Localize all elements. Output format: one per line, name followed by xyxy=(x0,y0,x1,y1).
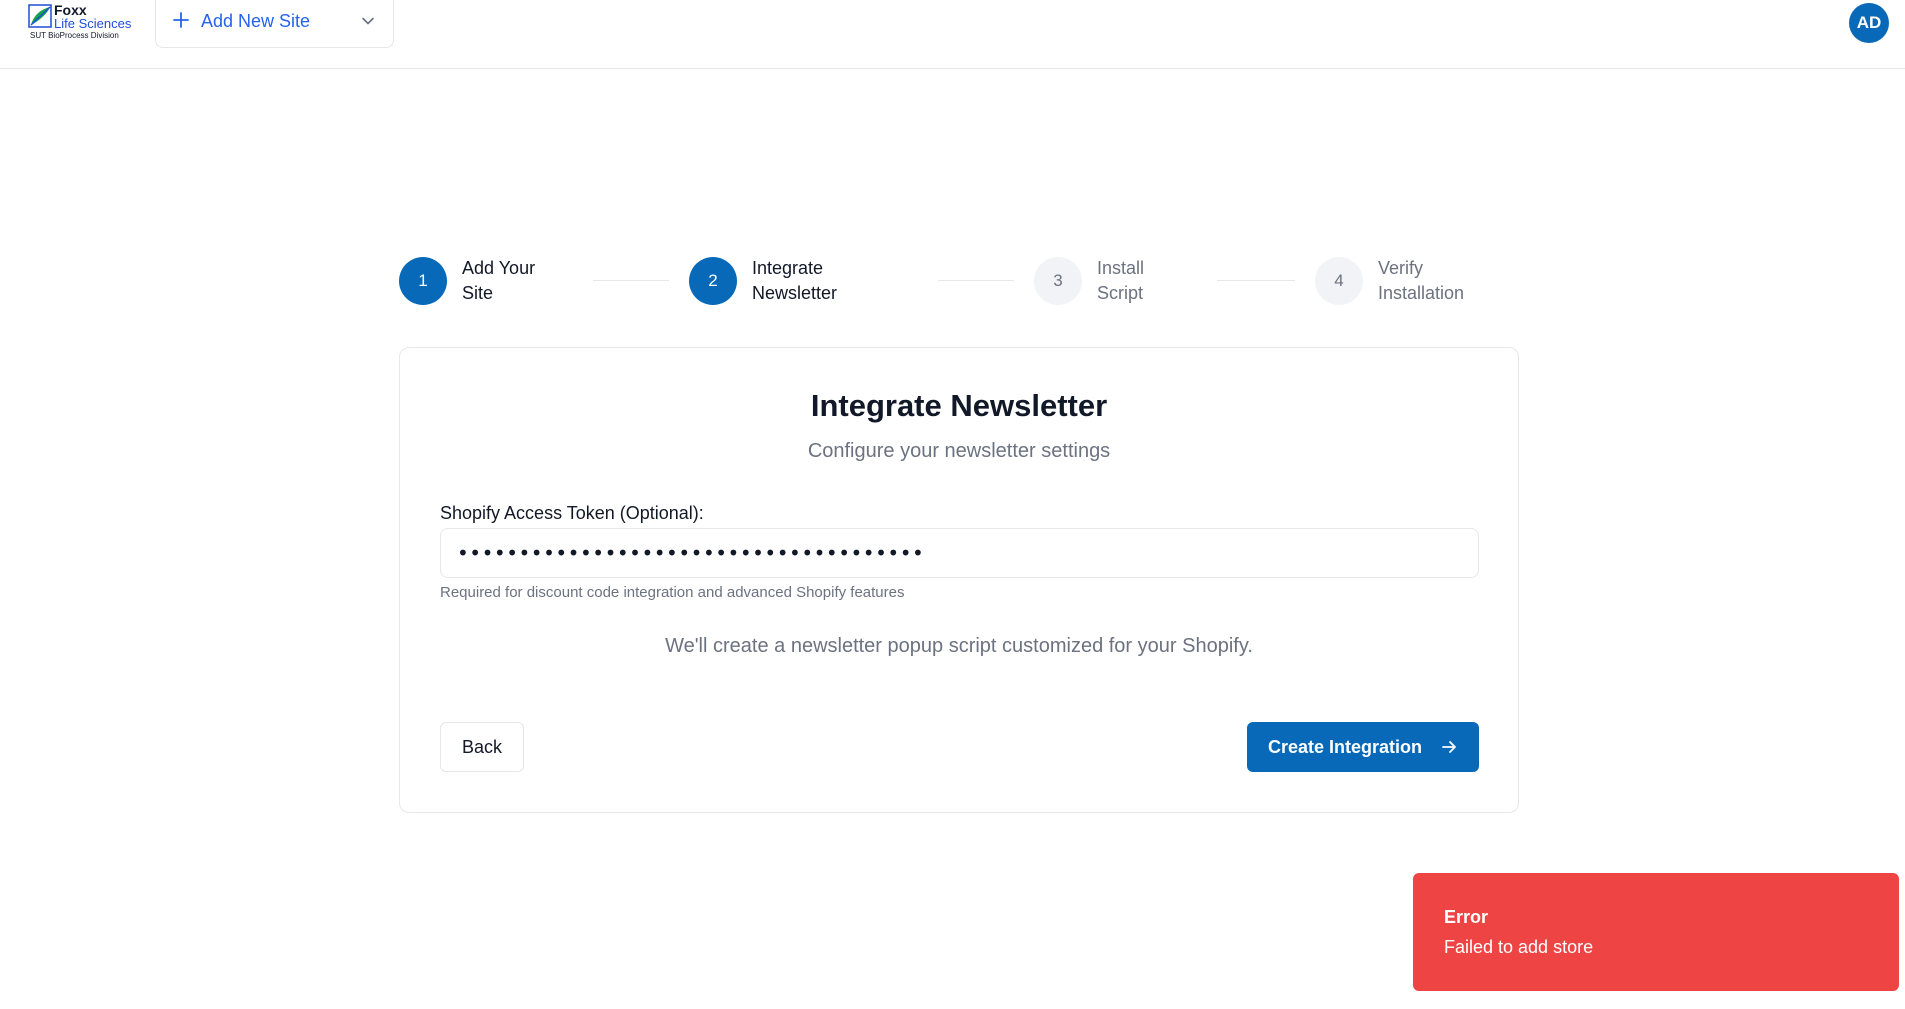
step-connector xyxy=(593,280,669,281)
step-3-label-line2: Script xyxy=(1097,283,1144,303)
logo-subtitle: Life Sciences xyxy=(54,16,132,31)
step-4-circle: 4 xyxy=(1315,257,1363,305)
site-selector-label: Add New Site xyxy=(201,11,311,31)
step-1-label: Add Your Site xyxy=(462,256,592,306)
integration-note: We'll create a newsletter popup script c… xyxy=(665,635,1253,657)
step-3-label: Install Script xyxy=(1097,256,1227,306)
step-4-label-line2: Installation xyxy=(1378,283,1465,303)
card-title: Integrate Newsletter xyxy=(810,388,1108,423)
create-integration-label: Create Integration xyxy=(1267,736,1423,757)
step-connector xyxy=(938,280,1014,281)
chevron-down-icon xyxy=(362,17,374,25)
step-4-label-line1: Verify xyxy=(1378,258,1424,278)
step-2-circle: 2 xyxy=(689,257,737,305)
token-help-text: Required for discount code integration a… xyxy=(440,584,905,601)
step-2-label-line2: Newsletter xyxy=(752,283,838,303)
arrow-right-icon xyxy=(1442,741,1456,753)
plus-icon xyxy=(173,12,189,28)
logo-division: SUT BioProcess Division xyxy=(30,31,119,40)
step-1-label-line1: Add Your xyxy=(462,258,536,278)
step-3-label-line1: Install xyxy=(1097,258,1145,278)
toast-title: Error xyxy=(1444,907,1489,927)
token-field-label: Shopify Access Token (Optional): xyxy=(440,503,704,523)
user-avatar[interactable]: AD xyxy=(1849,3,1889,43)
top-header: Foxx Life Sciences SUT BioProcess Divisi… xyxy=(0,0,1905,69)
site-selector-dropdown[interactable]: Add New Site xyxy=(155,0,394,48)
step-1-circle: 1 xyxy=(399,257,447,305)
step-1-label-line2: Site xyxy=(462,283,494,303)
step-2-label-line1: Integrate xyxy=(752,258,824,278)
step-2-label: Integrate Newsletter xyxy=(752,256,882,306)
back-button[interactable]: Back xyxy=(440,722,524,772)
card-subtitle: Configure your newsletter settings xyxy=(807,440,1111,462)
toast-message: Failed to add store xyxy=(1444,937,1594,957)
step-connector xyxy=(1217,280,1295,281)
logo-leaf-icon xyxy=(28,4,52,28)
step-4-label: Verify Installation xyxy=(1378,256,1508,306)
logo-title: Foxx xyxy=(54,2,87,18)
integrate-newsletter-card: Integrate Newsletter Configure your news… xyxy=(399,347,1519,813)
shopify-token-input[interactable] xyxy=(440,528,1479,578)
create-integration-button[interactable]: Create Integration xyxy=(1247,722,1479,772)
step-3-circle: 3 xyxy=(1034,257,1082,305)
company-logo[interactable]: Foxx Life Sciences SUT BioProcess Divisi… xyxy=(28,2,136,42)
error-toast[interactable]: Error Failed to add store xyxy=(1413,873,1899,991)
